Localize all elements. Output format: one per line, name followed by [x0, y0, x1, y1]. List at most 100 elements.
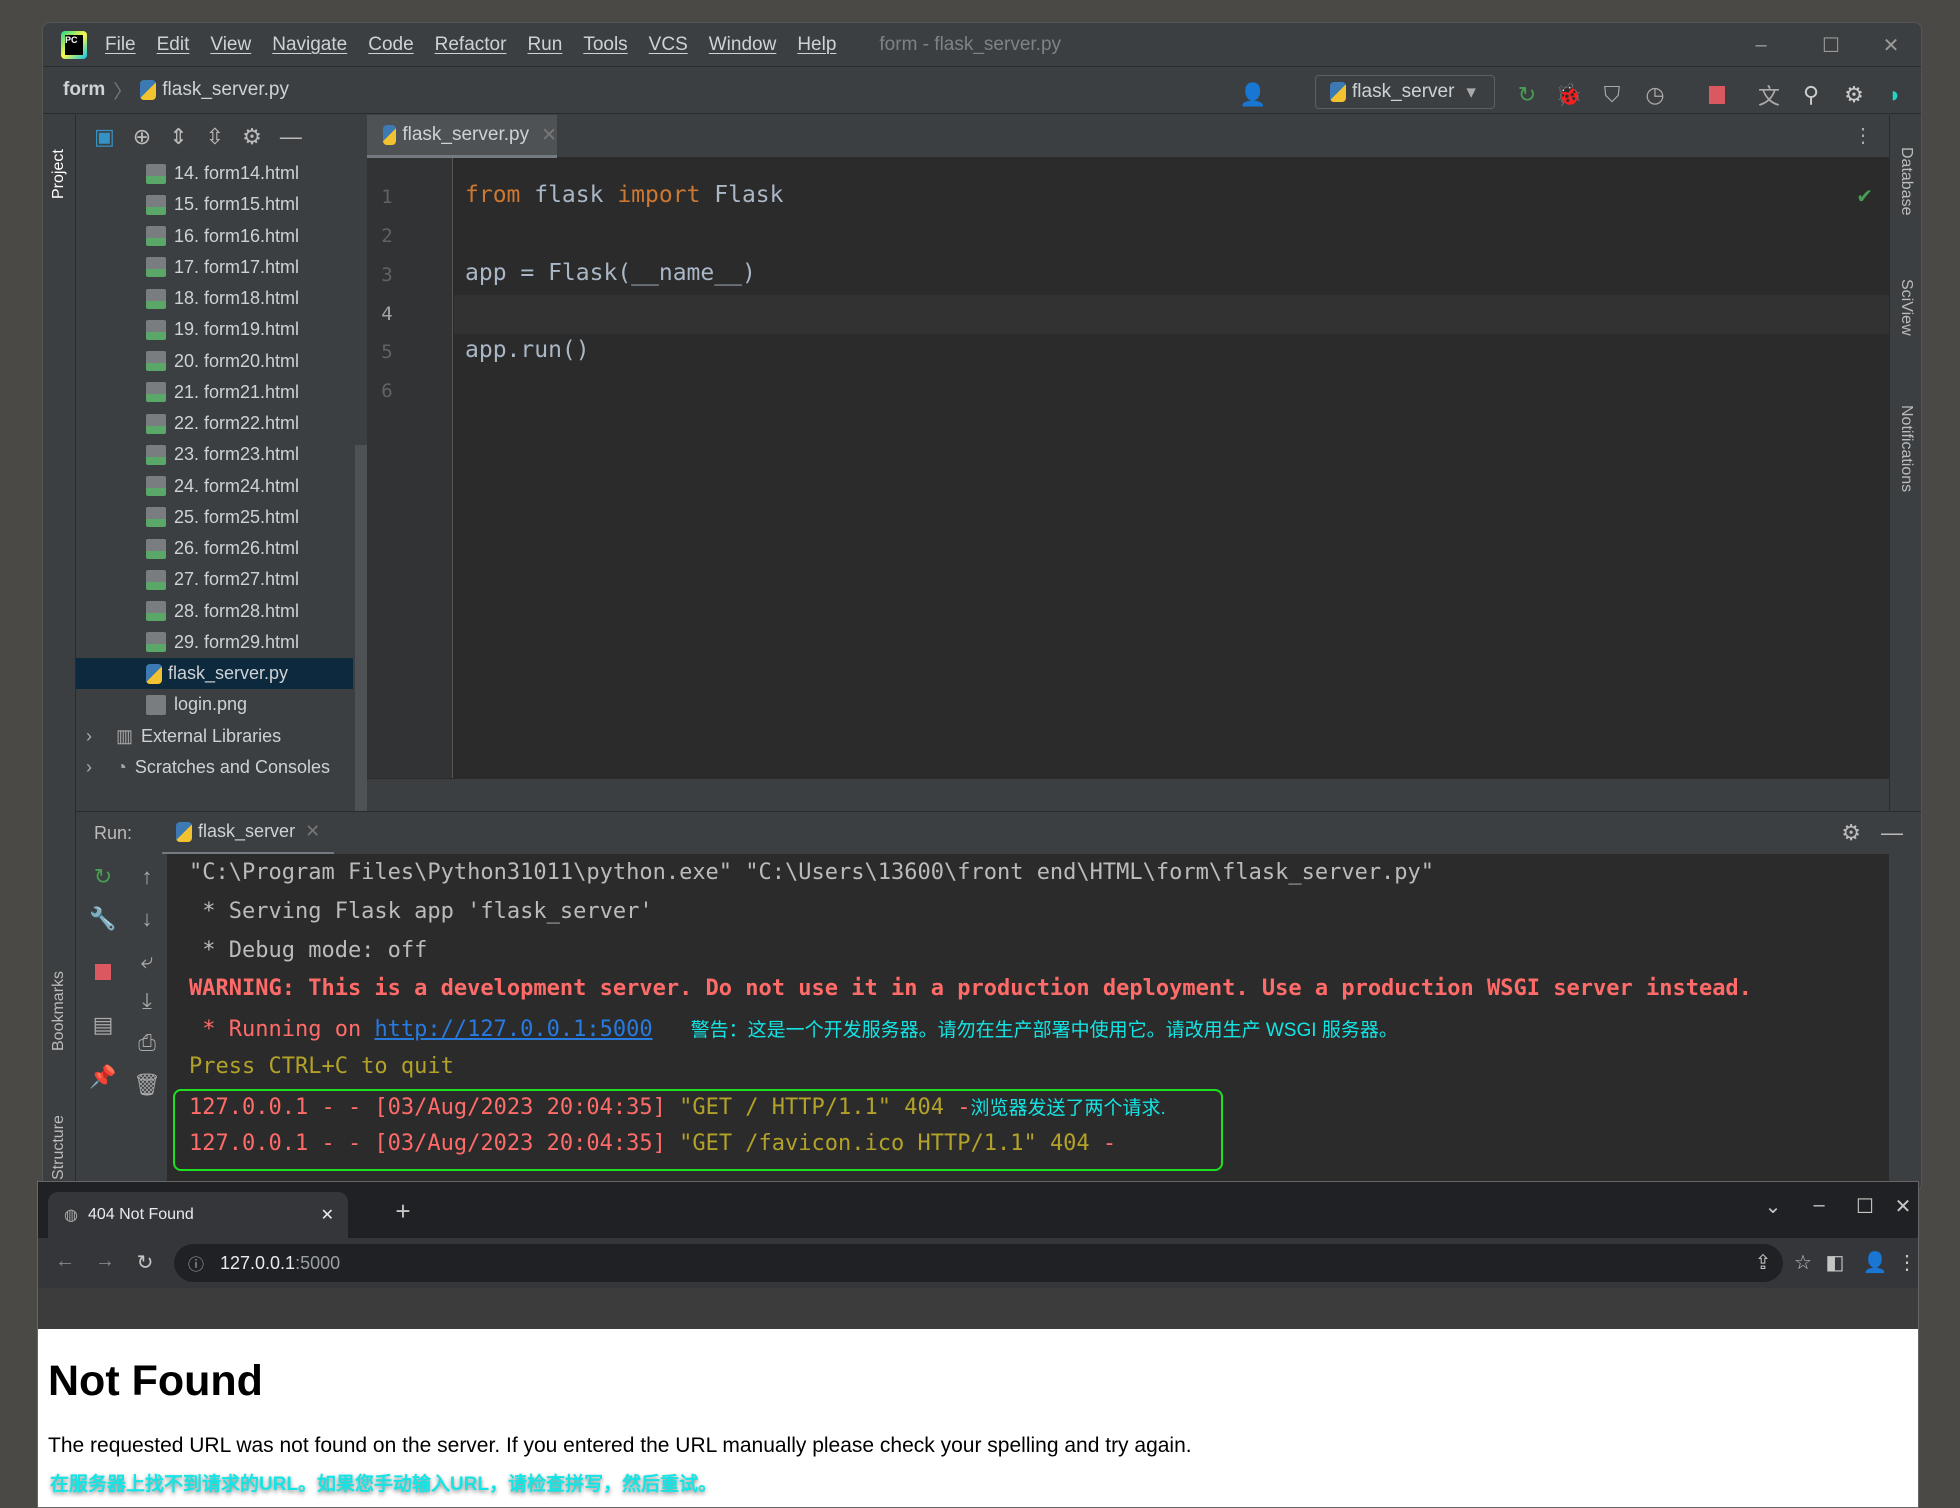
menu-tools[interactable]: Tools [583, 34, 627, 56]
database-tool-button[interactable]: Database [1897, 147, 1915, 216]
back-icon[interactable]: ← [50, 1250, 80, 1273]
tree-item[interactable]: 21. form21.html [76, 377, 353, 408]
hide-icon[interactable]: — [1881, 820, 1903, 846]
forward-icon[interactable]: → [90, 1250, 120, 1273]
menu-navigate[interactable]: Navigate [272, 34, 347, 56]
gear-icon[interactable]: ⚙ [242, 124, 262, 150]
menu-run[interactable]: Run [527, 34, 562, 56]
run-config-dropdown[interactable]: flask_server ▾ [1315, 75, 1495, 109]
sciview-tool-button[interactable]: SciView [1897, 279, 1915, 336]
notifications-tool-button[interactable]: Notifications [1897, 405, 1915, 492]
tree-item[interactable]: 14. form14.html [76, 158, 353, 189]
search-icon[interactable]: ⚲ [1797, 81, 1825, 109]
soft-wrap-icon[interactable]: ⤶ [132, 948, 162, 974]
tree-item[interactable]: 26. form26.html [76, 533, 353, 564]
collapse-all-icon[interactable]: ⇳ [206, 124, 224, 150]
line-number: 5 [381, 341, 393, 363]
debug-icon[interactable]: 🐞 [1555, 81, 1583, 109]
settings-icon[interactable]: ⚙ [1840, 81, 1868, 109]
translate-icon[interactable]: 文 [1755, 81, 1783, 109]
menu-vcs[interactable]: VCS [649, 34, 688, 56]
menu-edit[interactable]: Edit [157, 34, 190, 56]
breadcrumb-file[interactable]: flask_server.py [162, 79, 289, 101]
locate-icon[interactable]: ⊕ [133, 124, 151, 150]
tree-scrollbar[interactable] [355, 445, 367, 811]
expand-all-icon[interactable]: ⇕ [169, 124, 187, 150]
up-arrow-icon[interactable]: ↑ [132, 864, 162, 890]
vcs-user-icon[interactable]: 👤 [1239, 81, 1267, 109]
tree-item[interactable]: 24. form24.html [76, 471, 353, 502]
new-tab-icon[interactable]: + [388, 1196, 418, 1227]
bookmarks-tool-button[interactable]: Bookmarks [50, 971, 68, 1051]
hide-icon[interactable]: — [280, 124, 302, 150]
menu-refactor[interactable]: Refactor [435, 34, 507, 56]
run-tab-flask-server[interactable]: flask_server ✕ [162, 812, 335, 855]
wrench-icon[interactable]: 🔧 [88, 906, 118, 932]
tree-item[interactable]: 28. form28.html [76, 596, 353, 627]
tree-item[interactable]: 16. form16.html [76, 221, 353, 252]
tab-search-icon[interactable]: ⌄ [1758, 1194, 1788, 1219]
project-tool-button[interactable]: Project [50, 149, 68, 199]
print-icon[interactable]: ⎙ [132, 1030, 162, 1056]
rerun-icon[interactable]: ↻ [88, 864, 118, 890]
url-input[interactable]: ⓘ 127.0.0.1:5000 [174, 1244, 1783, 1282]
server-url-link[interactable]: http://127.0.0.1:5000 [374, 1017, 652, 1042]
tree-item[interactable]: › ▥ External Libraries [76, 721, 353, 752]
stop-icon[interactable] [88, 960, 118, 986]
profile-icon[interactable]: ◷ [1641, 81, 1669, 109]
gear-icon[interactable]: ⚙ [1841, 820, 1861, 846]
tree-item[interactable]: 18. form18.html [76, 283, 353, 314]
toolbox-icon[interactable]: ◗ [1881, 81, 1909, 109]
scroll-to-end-icon[interactable]: ⤓ [132, 988, 162, 1014]
code-editor[interactable]: 1 2 3 4 5 6 from flask import Flask app … [367, 158, 1889, 778]
maximize-button[interactable]: ☐ [1850, 1194, 1880, 1219]
menu-file[interactable]: File [105, 34, 136, 56]
tab-flask-server[interactable]: flask_server.py ✕ [367, 115, 557, 158]
close-tab-icon[interactable]: ✕ [541, 124, 557, 147]
maximize-button[interactable]: ☐ [1801, 23, 1861, 67]
trash-icon[interactable]: 🗑 [132, 1072, 162, 1098]
menu-window[interactable]: Window [709, 34, 777, 56]
tree-item[interactable]: 29. form29.html [76, 627, 353, 658]
menu-view[interactable]: View [210, 34, 251, 56]
tree-item[interactable]: flask_server.py [76, 658, 353, 690]
menu-code[interactable]: Code [368, 34, 413, 56]
bookmark-star-icon[interactable]: ☆ [1788, 1250, 1818, 1275]
close-tab-icon[interactable]: ✕ [305, 821, 320, 842]
minimize-button[interactable]: – [1804, 1194, 1834, 1217]
tree-item[interactable]: 20. form20.html [76, 346, 353, 377]
close-button[interactable]: ✕ [1861, 23, 1921, 67]
down-arrow-icon[interactable]: ↓ [132, 906, 162, 932]
tree-item[interactable]: 15. form15.html [76, 189, 353, 220]
breadcrumb-project[interactable]: form [63, 79, 105, 101]
chevron-right-icon[interactable]: › [86, 726, 116, 747]
side-panel-icon[interactable]: ◧ [1820, 1250, 1850, 1275]
menu-icon[interactable]: ⋮ [1892, 1250, 1922, 1275]
tree-item[interactable]: 25. form25.html [76, 502, 353, 533]
stop-icon[interactable] [1703, 81, 1731, 109]
view-mode-icon[interactable]: ▣ [94, 124, 115, 150]
close-tab-icon[interactable]: ✕ [321, 1205, 334, 1225]
profile-icon[interactable]: 👤 [1860, 1250, 1890, 1275]
tree-item[interactable]: 22. form22.html [76, 408, 353, 439]
pin-icon[interactable]: 📌 [88, 1064, 118, 1090]
chevron-right-icon[interactable]: › [86, 757, 116, 778]
reload-icon[interactable]: ↻ [130, 1250, 160, 1275]
browser-tab[interactable]: ◍ 404 Not Found ✕ [48, 1192, 348, 1238]
more-icon[interactable]: ⋮ [1853, 123, 1873, 148]
tree-item[interactable]: login.png [76, 689, 353, 720]
minimize-button[interactable]: – [1731, 23, 1791, 67]
layout-icon[interactable]: ▤ [88, 1012, 118, 1038]
tree-item[interactable]: 17. form17.html [76, 252, 353, 283]
structure-tool-button[interactable]: Structure [50, 1115, 68, 1180]
coverage-icon[interactable]: ⛉ [1598, 81, 1626, 109]
tree-item[interactable]: 19. form19.html [76, 314, 353, 345]
run-console[interactable]: "C:\Program Files\Python31011\python.exe… [168, 854, 1889, 1191]
close-button[interactable]: ✕ [1888, 1194, 1918, 1219]
share-icon[interactable]: ⇪ [1748, 1250, 1778, 1275]
tree-item[interactable]: › ◔ Scratches and Consoles [76, 752, 353, 783]
rerun-icon[interactable]: ↻ [1513, 81, 1541, 109]
menu-help[interactable]: Help [797, 34, 836, 56]
tree-item[interactable]: 27. form27.html [76, 564, 353, 595]
tree-item[interactable]: 23. form23.html [76, 439, 353, 470]
